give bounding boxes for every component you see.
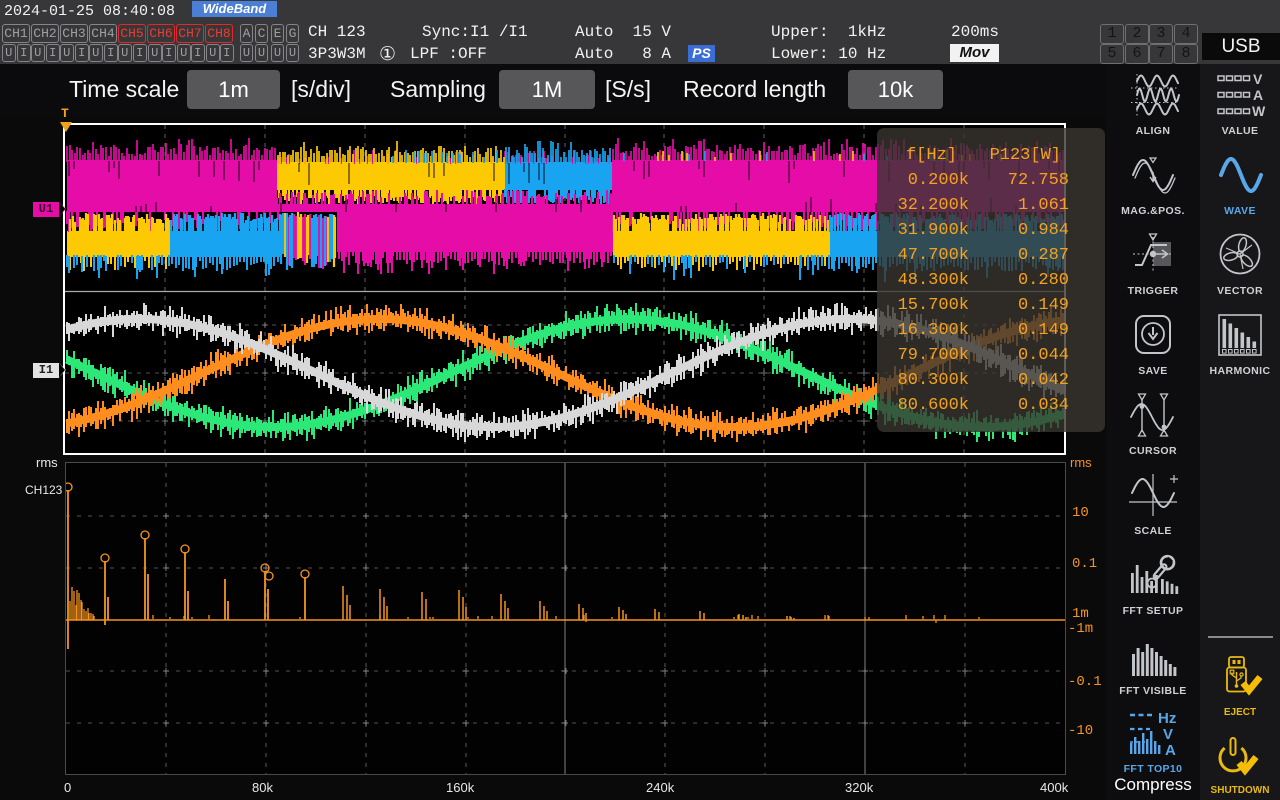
svg-text:A: A <box>1253 87 1263 103</box>
svg-text:W: W <box>1252 103 1266 118</box>
svg-text:Hz: Hz <box>1158 710 1176 727</box>
svg-text:A: A <box>1165 742 1176 756</box>
svg-text:V: V <box>1253 72 1263 87</box>
svg-text:V: V <box>1163 726 1173 743</box>
